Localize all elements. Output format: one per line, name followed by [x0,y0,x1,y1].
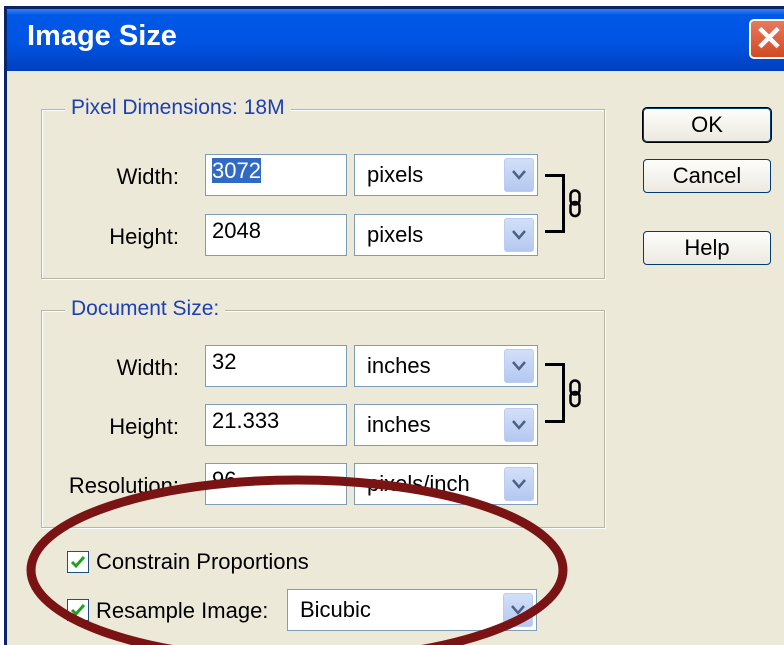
resolution-unit: pixels/inch [367,471,470,496]
help-button[interactable]: Help [643,231,771,265]
pixel-width-unit-select[interactable]: pixels [354,154,538,196]
resolution-value: 96 [212,467,237,492]
pixel-width-value: 3072 [212,158,261,183]
doc-height-label: Height: [109,414,179,439]
chevron-down-icon[interactable] [503,593,533,627]
resolution-field[interactable]: 96 [205,463,347,505]
chevron-down-icon[interactable] [504,408,534,442]
pixel-width-field[interactable]: 3072 [205,154,347,196]
doc-width-value: 32 [212,349,237,374]
chevron-down-icon[interactable] [504,349,534,383]
dialog-title: Image Size [27,20,177,52]
checkmark-icon [70,604,86,617]
close-icon: ✕ [754,20,784,58]
constrain-proportions-label[interactable]: Constrain Proportions [96,549,309,575]
doc-height-value: 21.333 [212,408,280,433]
doc-width-label: Width: [116,355,179,380]
pixel-height-label: Height: [109,224,179,249]
pixel-height-value: 2048 [212,218,261,243]
resample-method-select[interactable]: Bicubic [287,589,537,631]
chevron-down-icon[interactable] [504,467,534,501]
pixel-height-unit-select[interactable]: pixels [354,214,538,256]
document-size-legend: Document Size: [65,297,226,321]
pixel-height-field[interactable]: 2048 [205,214,347,256]
cancel-button[interactable]: Cancel [643,159,771,193]
chain-link-icon [569,189,581,224]
doc-width-field[interactable]: 32 [205,345,347,387]
image-size-dialog: Image Size ✕ Pixel Dimensions: 18M Width… [4,6,784,645]
ok-button[interactable]: OK [642,107,772,143]
doc-width-unit: inches [367,353,431,378]
chevron-down-icon[interactable] [504,158,534,192]
resolution-label: Resolution: [68,473,179,498]
chain-link-icon [569,379,581,414]
pixel-width-label: Width: [116,164,179,189]
constrain-bracket [545,174,565,233]
title-bar[interactable]: Image Size ✕ [7,9,784,71]
doc-height-unit-select[interactable]: inches [354,404,538,446]
resample-method: Bicubic [300,597,371,622]
doc-width-unit-select[interactable]: inches [354,345,538,387]
close-button[interactable]: ✕ [749,19,784,59]
pixel-height-unit: pixels [367,222,424,247]
constrain-proportions-checkbox[interactable] [67,551,89,573]
pixel-width-unit: pixels [367,162,424,187]
chevron-down-icon[interactable] [504,218,534,252]
doc-constrain-bracket [545,363,565,423]
resolution-unit-select[interactable]: pixels/inch [354,463,538,505]
resample-image-label[interactable]: Resample Image: [96,598,268,624]
doc-height-unit: inches [367,412,431,437]
pixel-dimensions-legend: Pixel Dimensions: 18M [65,96,291,120]
checkmark-icon [70,556,86,569]
doc-height-field[interactable]: 21.333 [205,404,347,446]
resample-image-checkbox[interactable] [67,599,89,621]
